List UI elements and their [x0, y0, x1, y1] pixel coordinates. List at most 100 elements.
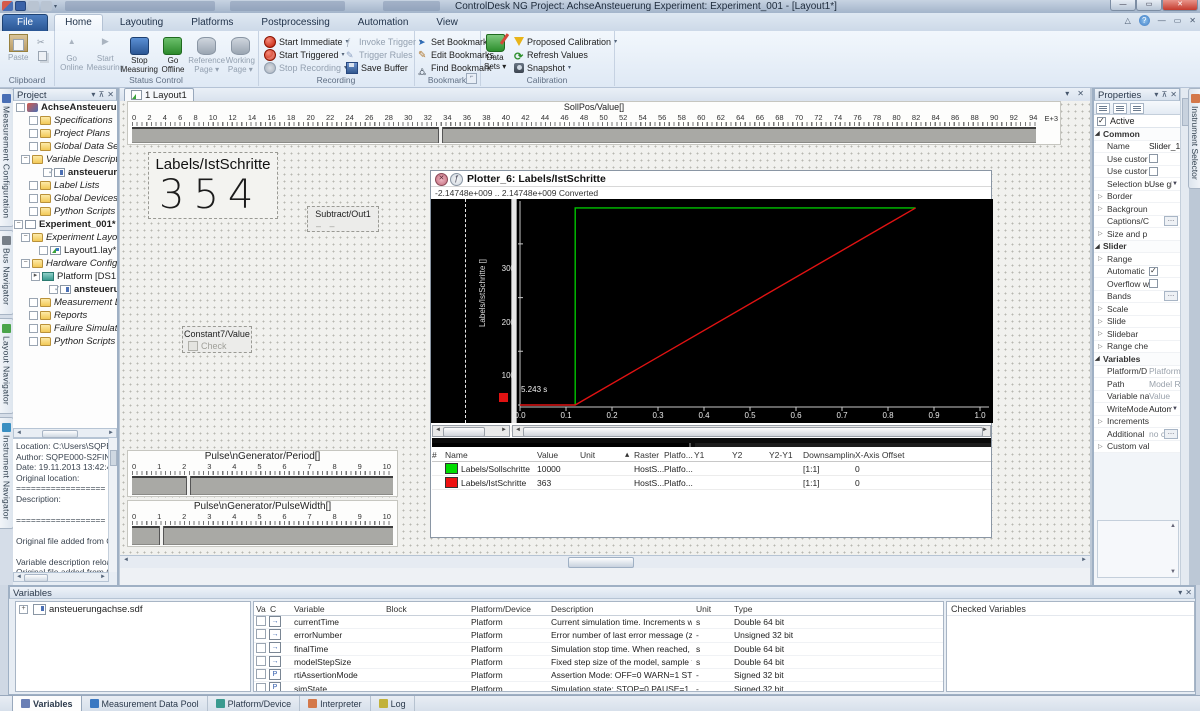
- calibration-button[interactable]: Snapshot ▾: [514, 61, 617, 74]
- active-checkbox-icon[interactable]: ✓: [1097, 117, 1106, 126]
- tree-item[interactable]: Label Lists: [13, 179, 117, 192]
- child-minimize-icon[interactable]: —: [1158, 16, 1166, 26]
- panel-close-icon[interactable]: ✕: [1185, 588, 1192, 598]
- status-control-button[interactable]: Start Measuring: [89, 37, 121, 74]
- period-slider-handle[interactable]: [186, 476, 191, 495]
- pulsewidth-slider-track[interactable]: [132, 526, 393, 545]
- tree-expander-icon[interactable]: +: [19, 605, 28, 614]
- tree-item[interactable]: Python Scripts: [13, 205, 117, 218]
- ribbon-tab[interactable]: File: [2, 14, 48, 31]
- child-close-icon[interactable]: ✕: [1189, 16, 1196, 26]
- tree-expander-icon[interactable]: [16, 103, 25, 112]
- variable-row[interactable]: P rtiAssertionMode Platform Assertion Mo…: [254, 669, 943, 682]
- ribbon-tab[interactable]: Layouting: [109, 14, 174, 31]
- ribbon-tab[interactable]: Platforms: [180, 14, 244, 31]
- ribbon-tab[interactable]: Home: [54, 14, 103, 31]
- variables-table-header[interactable]: Var... C Variable Block Platform/Device …: [254, 602, 943, 616]
- tree-item[interactable]: AchseAnsteuerung*: [13, 101, 117, 114]
- period-slider-track[interactable]: [132, 476, 393, 495]
- property-pages-icon[interactable]: [1130, 103, 1144, 114]
- active-property-row[interactable]: ✓ Active: [1094, 115, 1180, 128]
- status-control-button[interactable]: Go Offline: [157, 37, 188, 74]
- tree-item[interactable]: − Hardware Configura: [13, 257, 117, 270]
- variable-checkbox-icon[interactable]: [256, 629, 266, 639]
- tree-item[interactable]: ▸ Platform [DS1: [13, 270, 117, 283]
- tree-item[interactable]: Specifications: [13, 114, 117, 127]
- signal-column-header[interactable]: Y2: [732, 450, 769, 460]
- plot-main-hscrollbar[interactable]: ◄►: [512, 425, 991, 437]
- tree-item[interactable]: − Experiment_001*: [13, 218, 117, 231]
- variable-row[interactable]: → currentTime Platform Current simulatio…: [254, 616, 943, 629]
- panel-menu-icon[interactable]: ▾: [91, 90, 95, 100]
- property-row[interactable]: Use custor ▼ …: [1094, 153, 1180, 166]
- property-dropdown-icon[interactable]: ▼: [1172, 406, 1178, 412]
- sollpos-slider-track[interactable]: [132, 127, 1036, 143]
- child-restore-icon[interactable]: ▭: [1174, 16, 1182, 26]
- tree-expander-icon[interactable]: −: [21, 155, 30, 164]
- tree-item[interactable]: ansteuerungachs: [13, 166, 117, 179]
- alphabetical-view-icon[interactable]: [1113, 103, 1127, 114]
- variable-row[interactable]: → errorNumber Platform Error number of l…: [254, 629, 943, 642]
- property-checkbox-icon[interactable]: [1149, 279, 1158, 288]
- property-row[interactable]: Increments ▼ …: [1094, 416, 1180, 429]
- quickaccess-dropdown-icon[interactable]: ▾: [54, 3, 57, 10]
- status-control-button[interactable]: Stop Measuring: [123, 37, 155, 74]
- help-icon[interactable]: ?: [1139, 15, 1150, 26]
- variable-row[interactable]: → modelStepSize Platform Fixed step size…: [254, 656, 943, 669]
- pulsewidth-slider-handle[interactable]: [159, 526, 164, 545]
- tree-expander-icon[interactable]: [29, 207, 38, 216]
- tree-item[interactable]: − Variable Descriptions: [13, 153, 117, 166]
- constant-check-instrument[interactable]: Constant7/Value Check: [182, 326, 252, 353]
- tree-expander-icon[interactable]: [29, 142, 38, 151]
- redo-icon[interactable]: [41, 1, 52, 11]
- panel-close-icon[interactable]: ✕: [1170, 90, 1177, 100]
- istschritte-display-instrument[interactable]: Labels/IstSchritte 354: [148, 152, 278, 219]
- variable-checkbox-icon[interactable]: [256, 656, 266, 666]
- plot-left-hscrollbar[interactable]: ◄►: [432, 425, 510, 437]
- tree-expander-icon[interactable]: [29, 324, 38, 333]
- tree-item[interactable]: Global Devices: [13, 192, 117, 205]
- recording-button[interactable]: Invoke Trigger ▾: [346, 35, 422, 48]
- status-control-button[interactable]: Working Page ▾: [225, 37, 256, 74]
- property-row[interactable]: Variables ▼ …: [1094, 353, 1180, 366]
- property-row[interactable]: Platform/D Platform ▼ …: [1094, 366, 1180, 379]
- signal-column-header[interactable]: Platfo...: [664, 450, 694, 460]
- data-sets-button[interactable]: Data Sets ▾: [484, 34, 506, 71]
- property-row[interactable]: Slidebar ▼ …: [1094, 328, 1180, 341]
- tree-expander-icon[interactable]: [29, 311, 38, 320]
- pulsewidth-slider-instrument[interactable]: Pulse\nGenerator/PulseWidth[] 0123456789…: [127, 500, 398, 547]
- tree-expander-icon[interactable]: [29, 298, 38, 307]
- status-control-button[interactable]: Reference Page ▾: [191, 37, 223, 74]
- close-icon[interactable]: ✕: [1162, 0, 1198, 11]
- tree-item[interactable]: Global Data Sets: [13, 140, 117, 153]
- property-row[interactable]: Common ▼ …: [1094, 128, 1180, 141]
- signal-table-header[interactable]: #NameValueUnit▴RasterPlatfo...Y1Y2Y2-Y1D…: [432, 448, 991, 462]
- variable-row[interactable]: P simState Platform Simulation state: ST…: [254, 682, 943, 692]
- tree-item[interactable]: − Experiment Layouts: [13, 231, 117, 244]
- tree-expander-icon[interactable]: ▸: [31, 272, 40, 281]
- tree-expander-icon[interactable]: [29, 129, 38, 138]
- signal-column-header[interactable]: Raster: [634, 450, 664, 460]
- property-row[interactable]: WriteMode Automatic ▼ …: [1094, 403, 1180, 416]
- scroll-down-icon[interactable]: ▼: [1170, 569, 1176, 575]
- time-cursor-line[interactable]: [465, 199, 466, 423]
- tree-expander-icon[interactable]: −: [14, 220, 23, 229]
- signal-column-header[interactable]: Y2-Y1: [769, 450, 803, 460]
- calibration-button[interactable]: Proposed Calibration ▾: [514, 35, 617, 48]
- signal-column-header[interactable]: Unit: [580, 450, 625, 460]
- tree-item[interactable]: Layout1.lay*: [13, 244, 117, 257]
- property-checkbox-icon[interactable]: [1149, 167, 1158, 176]
- signal-column-header[interactable]: Y1: [694, 450, 732, 460]
- signal-column-header[interactable]: #: [432, 450, 445, 460]
- recording-button[interactable]: Start Triggered ▾: [264, 48, 349, 61]
- property-row[interactable]: Range ▼ …: [1094, 253, 1180, 266]
- bottom-tab[interactable]: Platform/Device: [208, 696, 301, 711]
- plot-region[interactable]: Labels/IstSchritte [] 300 200 100 0 0.00…: [431, 199, 993, 423]
- signal-column-header[interactable]: ▴: [625, 449, 634, 460]
- variable-checkbox-icon[interactable]: [256, 616, 266, 626]
- tree-item[interactable]: Failure Simulation: [13, 322, 117, 335]
- checkbox-icon[interactable]: [188, 341, 198, 351]
- undo-icon[interactable]: [28, 1, 39, 11]
- layout-canvas[interactable]: SollPos/Value[] 024681012141618202224262…: [120, 101, 1090, 555]
- property-row[interactable]: Path Model Root/Sc ▼ …: [1094, 378, 1180, 391]
